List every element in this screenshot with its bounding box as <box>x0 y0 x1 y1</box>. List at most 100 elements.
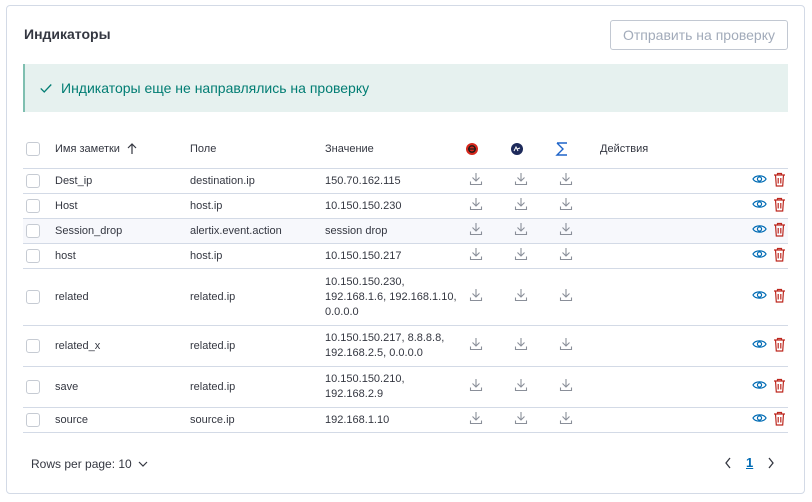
row-checkbox[interactable] <box>26 380 40 394</box>
select-all-checkbox[interactable] <box>26 142 40 156</box>
view-icon[interactable] <box>752 379 767 391</box>
download-icon[interactable] <box>468 410 484 426</box>
note-name: Host <box>55 199 78 212</box>
download-icon[interactable] <box>468 287 484 303</box>
row-checkbox[interactable] <box>26 290 40 304</box>
download-icon[interactable] <box>513 410 529 426</box>
download-icon[interactable] <box>558 377 574 393</box>
delete-icon[interactable] <box>773 247 786 262</box>
note-name: host <box>55 249 76 262</box>
delete-icon[interactable] <box>773 288 786 303</box>
field-name: related.ip <box>190 290 236 303</box>
download-icon[interactable] <box>558 246 574 262</box>
download-icon[interactable] <box>513 287 529 303</box>
value-line: 192.168.1.6, 192.168.1.10, <box>325 290 457 303</box>
table-row: related related.ip 10.150.150.230, 192.168.… <box>23 268 788 326</box>
row-checkbox[interactable] <box>26 339 40 353</box>
download-icon[interactable] <box>558 171 574 187</box>
delete-icon[interactable] <box>773 337 786 352</box>
note-name: save <box>55 380 79 393</box>
download-icon[interactable] <box>513 377 529 393</box>
view-icon[interactable] <box>752 248 767 260</box>
value-cell: session drop <box>325 218 465 244</box>
download-icon[interactable] <box>513 171 529 187</box>
panel-title: Индикаторы <box>24 26 111 42</box>
note-name: related_x <box>55 339 101 352</box>
row-checkbox[interactable] <box>26 199 40 213</box>
download-icon[interactable] <box>513 221 529 237</box>
callout-text: Индикаторы еще не направлялись на провер… <box>61 80 370 96</box>
value-text: 10.150.150.230 <box>325 199 402 212</box>
download-icon[interactable] <box>558 221 574 237</box>
download-icon[interactable] <box>558 336 574 352</box>
view-icon[interactable] <box>752 173 767 185</box>
delete-icon[interactable] <box>773 411 786 426</box>
column-header-actions: Действия <box>600 130 788 169</box>
value-line: 192.168.2.5, 0.0.0.0 <box>325 347 423 359</box>
value-line: 0.0.0.0 <box>325 305 359 318</box>
table-row: Dest_ip destination.ip 150.70.162.115 <box>23 168 788 194</box>
row-checkbox[interactable] <box>26 174 40 188</box>
view-icon[interactable] <box>752 289 767 301</box>
value-line: 10.150.150.217, 8.8.8.8, <box>325 332 445 344</box>
field-name: host.ip <box>190 249 223 262</box>
note-name: Dest_ip <box>55 174 93 187</box>
column-header-field: Поле <box>190 130 325 169</box>
view-icon[interactable] <box>752 198 767 210</box>
value-text: 192.168.1.10 <box>325 413 390 426</box>
column-header-value: Значение <box>325 130 465 169</box>
pagination: 1 <box>724 455 775 470</box>
column-header-source-2 <box>510 130 555 169</box>
field-name: related.ip <box>190 339 236 352</box>
chevron-right-icon[interactable] <box>767 457 775 469</box>
send-for-review-button[interactable]: Отправить на проверку <box>610 20 788 50</box>
download-icon[interactable] <box>513 336 529 352</box>
download-icon[interactable] <box>558 410 574 426</box>
value-cell: 10.150.150.217, 8.8.8.8, 192.168.2.5, 0.0… <box>325 325 465 367</box>
value-cell: 10.150.150.210, 192.168.2.9 <box>325 366 465 408</box>
table-header-row: Имя заметки Поле Значение Действия <box>23 130 788 169</box>
delete-icon[interactable] <box>773 172 786 187</box>
value-cell: 10.150.150.230 <box>325 193 465 219</box>
download-icon[interactable] <box>558 196 574 212</box>
download-icon[interactable] <box>513 246 529 262</box>
field-name: alertix.event.action <box>190 224 282 237</box>
download-icon[interactable] <box>558 287 574 303</box>
sort-ascending-icon[interactable] <box>127 143 137 155</box>
row-checkbox[interactable] <box>26 224 40 238</box>
download-icon[interactable] <box>468 336 484 352</box>
value-line: 10.150.150.230, <box>325 275 405 288</box>
value-cell: 192.168.1.10 <box>325 407 465 433</box>
page-number-current[interactable]: 1 <box>746 455 753 470</box>
value-cell: 10.150.150.217 <box>325 243 465 269</box>
delete-icon[interactable] <box>773 378 786 393</box>
download-icon[interactable] <box>468 246 484 262</box>
view-icon[interactable] <box>752 338 767 350</box>
indicators-table: Имя заметки Поле Значение Действия Dest_… <box>23 130 788 433</box>
column-header-name[interactable]: Имя заметки <box>55 130 190 169</box>
view-icon[interactable] <box>752 223 767 235</box>
rows-per-page-selector[interactable]: Rows per page: 10 <box>31 457 148 471</box>
table-row: source source.ip 192.168.1.10 <box>23 407 788 433</box>
download-icon[interactable] <box>468 196 484 212</box>
delete-icon[interactable] <box>773 222 786 237</box>
row-checkbox[interactable] <box>26 249 40 263</box>
download-icon[interactable] <box>468 377 484 393</box>
download-icon[interactable] <box>468 221 484 237</box>
chevron-left-icon[interactable] <box>724 457 732 469</box>
value-text: 10.150.150.217 <box>325 249 402 262</box>
column-header-source-1 <box>465 130 510 169</box>
check-icon <box>40 84 52 93</box>
delete-icon[interactable] <box>773 197 786 212</box>
view-icon[interactable] <box>752 412 767 424</box>
table-row: related_x related.ip 10.150.150.217, 8.8.8… <box>23 325 788 367</box>
field-name: related.ip <box>190 380 236 393</box>
navy-circle-logo-icon <box>511 143 523 155</box>
rows-per-page-label: Rows per page: 10 <box>31 457 132 471</box>
download-icon[interactable] <box>513 196 529 212</box>
row-checkbox[interactable] <box>26 413 40 427</box>
table-row: save related.ip 10.150.150.210, 192.168.2.9 <box>23 366 788 408</box>
download-icon[interactable] <box>468 171 484 187</box>
table-row: Session_drop alertix.event.action session … <box>23 218 788 244</box>
value-text: session drop <box>325 224 388 237</box>
